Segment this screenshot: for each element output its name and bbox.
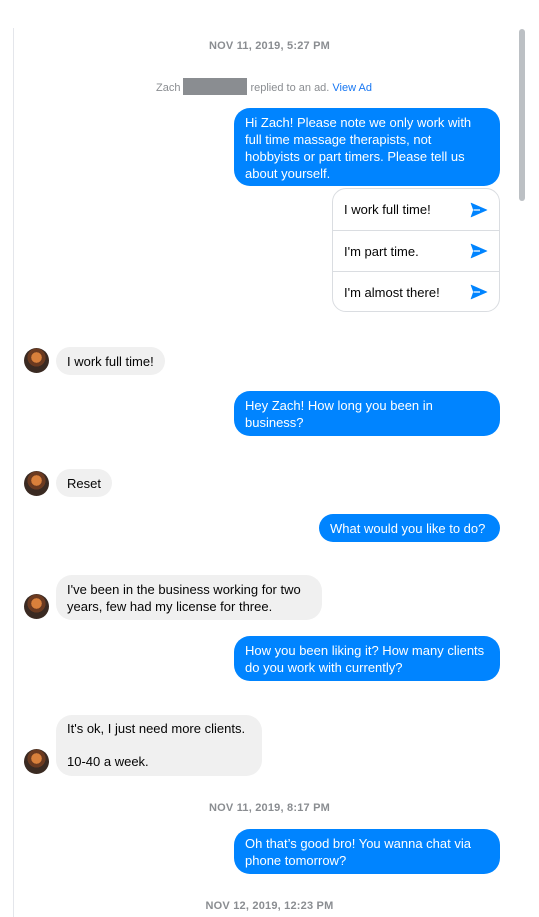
timestamp: NOV 11, 2019, 8:17 PM [209, 802, 330, 814]
incoming-message: It's ok, I just need more clients. 10-40… [56, 715, 262, 776]
outgoing-message: Oh that’s good bro! You wanna chat via p… [234, 829, 500, 874]
send-icon [470, 284, 488, 300]
quick-reply-full-time[interactable]: I work full time! [333, 189, 499, 230]
avatar[interactable] [24, 594, 49, 619]
incoming-message: I've been in the business working for tw… [56, 575, 322, 620]
outgoing-message: Hi Zach! Please note we only work with f… [234, 108, 500, 186]
outgoing-message: What would you like to do? [319, 514, 500, 542]
incoming-message: I work full time! [56, 347, 165, 375]
quick-reply-part-time[interactable]: I'm part time. [333, 230, 499, 271]
avatar[interactable] [24, 348, 49, 373]
outgoing-message: Hey Zach! How long you been in business? [234, 391, 500, 436]
timestamp: NOV 12, 2019, 12:23 PM [205, 900, 334, 912]
timestamp: NOV 11, 2019, 5:27 PM [209, 40, 330, 52]
quick-reply-label: I'm almost there! [344, 284, 440, 300]
quick-reply-label: I work full time! [344, 202, 431, 217]
incoming-message: Reset [56, 469, 112, 497]
message-line: 10-40 a week. [67, 754, 149, 769]
avatar[interactable] [24, 749, 49, 774]
notice-name: Zach [156, 82, 181, 94]
ad-reply-notice: Zach replied to an ad. View Ad [156, 78, 372, 95]
quick-replies: I work full time! I'm part time. I'm alm… [332, 188, 500, 312]
send-icon [470, 243, 488, 259]
notice-text: replied to an ad. [250, 82, 330, 94]
view-ad-link[interactable]: View Ad [332, 82, 372, 94]
thread-left-border [13, 28, 14, 917]
quick-reply-label: I'm part time. [344, 243, 419, 259]
outgoing-message: How you been liking it? How many clients… [234, 636, 500, 681]
quick-reply-almost-there[interactable]: I'm almost there! [333, 271, 499, 311]
redacted-name [183, 78, 248, 95]
scrollbar-thumb[interactable] [519, 29, 525, 201]
avatar[interactable] [24, 471, 49, 496]
send-icon [470, 202, 488, 218]
message-line: It's ok, I just need more clients. [67, 721, 246, 736]
